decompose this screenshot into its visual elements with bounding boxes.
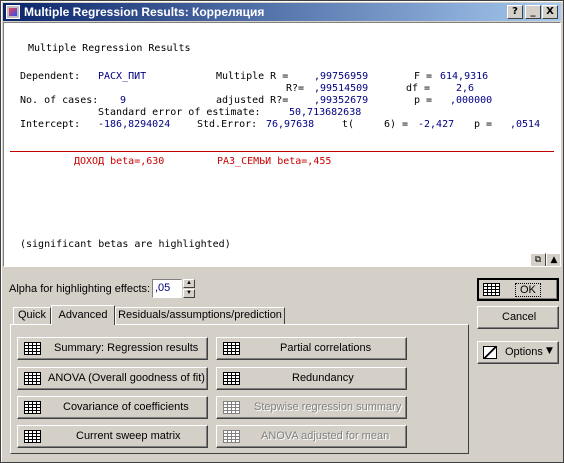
std-error-estimate-value: 50,713682638: [289, 107, 362, 118]
partial-grid-icon: [223, 342, 240, 355]
covariance-button[interactable]: Covariance of coefficients: [17, 396, 208, 419]
r-squared-value: ,99514509: [314, 83, 369, 94]
tab-quick[interactable]: Quick: [13, 307, 51, 324]
anova-grid-icon: [24, 372, 41, 385]
alpha-label: Alpha for highlighting effects:: [9, 283, 151, 295]
results-output-pane: Multiple Regression Results Dependent: Р…: [3, 22, 561, 267]
cancel-button[interactable]: Cancel: [477, 306, 559, 329]
std-error-label: Std.Error:: [197, 119, 258, 130]
sweep-grid-icon: [24, 430, 41, 443]
redundancy-button[interactable]: Redundancy: [216, 367, 407, 390]
minimize-button[interactable]: _: [525, 5, 541, 19]
beta-income: ДОХОД beta=,630: [74, 156, 165, 167]
title-bar[interactable]: Multiple Regression Results: Корреляция …: [3, 3, 561, 21]
anova-adj-grid-icon: [223, 430, 240, 443]
window-title: Multiple Regression Results: Корреляция: [24, 5, 265, 19]
intercept-value: -186,8294024: [98, 119, 171, 130]
results-heading: Multiple Regression Results: [28, 43, 191, 54]
alpha-input[interactable]: ,05: [152, 279, 182, 298]
multiple-r-value: ,99756959: [314, 71, 369, 82]
spin-up-icon[interactable]: ▲: [183, 279, 195, 288]
cases-label: No. of cases:: [20, 95, 99, 106]
stepwise-grid-icon: [223, 401, 240, 414]
df-value: 2,6: [456, 83, 475, 94]
stepwise-summary-button[interactable]: Stepwise regression summary: [216, 396, 407, 419]
tab-advanced[interactable]: Advanced: [51, 305, 115, 325]
p-label: p =: [414, 95, 433, 106]
tab-residuals[interactable]: Residuals/assumptions/prediction: [115, 307, 285, 324]
options-icon: [483, 346, 497, 359]
adjusted-r2-value: ,99352679: [314, 95, 369, 106]
scroll-up-icon[interactable]: ▲: [546, 253, 560, 266]
t-df-label: 6) =: [384, 119, 409, 130]
spin-down-icon[interactable]: ▼: [183, 289, 195, 298]
f-value: 614,9316: [440, 71, 489, 82]
p2-value: ,0514: [510, 119, 541, 130]
dependent-label: Dependent:: [20, 71, 81, 82]
multiple-r-label: Multiple R =: [216, 71, 289, 82]
regression-results-window: Multiple Regression Results: Корреляция …: [0, 0, 564, 463]
f-label: F =: [414, 71, 433, 82]
adjusted-r2-label: adjusted R?=: [216, 95, 289, 106]
footnote: (significant betas are highlighted): [20, 239, 231, 250]
ok-button[interactable]: OK: [477, 278, 559, 301]
partial-correlations-button[interactable]: Partial correlations: [216, 337, 407, 360]
dependent-value: РАСХ_ПИТ: [98, 71, 147, 82]
r-squared-label: R?=: [286, 83, 305, 94]
sweep-matrix-button[interactable]: Current sweep matrix: [17, 425, 208, 448]
cases-value: 9: [120, 95, 127, 106]
copy-icon[interactable]: ⧉: [530, 253, 546, 266]
separator-line: [10, 151, 554, 152]
t-label: t(: [342, 119, 355, 130]
df-label: df =: [406, 83, 431, 94]
p-value: ,000000: [450, 95, 493, 106]
anova-adjusted-button[interactable]: ANOVA adjusted for mean: [216, 425, 407, 448]
beta-family-size: РАЗ_СЕМЬИ beta=,455: [217, 156, 332, 167]
p2-label: p =: [474, 119, 493, 130]
std-error-estimate-label: Standard error of estimate:: [98, 107, 261, 118]
intercept-label: Intercept:: [20, 119, 81, 130]
anova-button[interactable]: ANOVA (Overall goodness of fit): [17, 367, 208, 390]
summary-button[interactable]: Summary: Regression results: [17, 337, 208, 360]
close-button[interactable]: X: [542, 5, 558, 19]
ok-grid-icon: [483, 283, 500, 296]
covariance-grid-icon: [24, 401, 41, 414]
t-value: -2,427: [418, 119, 455, 130]
statistica-app-icon: [6, 5, 20, 19]
redundancy-grid-icon: [223, 372, 240, 385]
summary-grid-icon: [24, 342, 41, 355]
options-button[interactable]: Options ▼: [477, 341, 559, 364]
std-error-value: 76,97638: [266, 119, 315, 130]
dropdown-arrow-icon: ▼: [546, 346, 553, 356]
help-button[interactable]: ?: [507, 5, 523, 19]
